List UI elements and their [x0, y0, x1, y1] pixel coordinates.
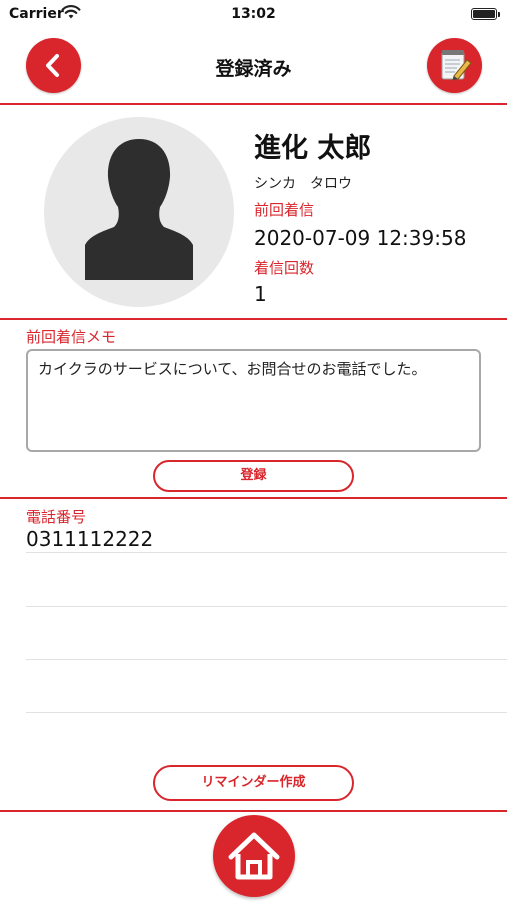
list-divider: [26, 606, 507, 607]
header-divider: [0, 103, 507, 105]
status-time: 13:02: [231, 6, 276, 22]
memo-label: 前回着信メモ: [26, 328, 117, 346]
call-count-value: 1: [254, 282, 267, 306]
list-divider: [26, 659, 507, 660]
contact-name: 進化 太郎: [254, 133, 372, 164]
battery-icon: [471, 8, 500, 20]
contact-kana: シンカ タロウ: [254, 176, 352, 192]
list-divider: [26, 552, 507, 553]
last-call-value: 2020-07-09 12:39:58: [254, 226, 467, 250]
memo-textarea[interactable]: カイクラのサービスについて、お問合せのお電話でした。: [26, 349, 481, 452]
edit-button[interactable]: [427, 38, 482, 93]
memo-divider: [0, 497, 507, 499]
avatar: [44, 117, 234, 307]
last-call-label: 前回着信: [254, 201, 315, 219]
call-count-label: 着信回数: [254, 259, 315, 277]
home-icon: [228, 832, 280, 880]
reminder-button[interactable]: リマインダー作成: [153, 765, 354, 801]
register-button[interactable]: 登録: [153, 460, 354, 492]
profile-divider: [0, 318, 507, 320]
list-divider: [26, 712, 507, 713]
edit-note-icon: [441, 50, 472, 81]
footer-divider: [0, 810, 507, 812]
person-silhouette-icon: [85, 139, 193, 280]
phone-label: 電話番号: [26, 508, 87, 526]
phone-number[interactable]: 0311112222: [26, 527, 153, 551]
home-button[interactable]: [213, 815, 295, 897]
